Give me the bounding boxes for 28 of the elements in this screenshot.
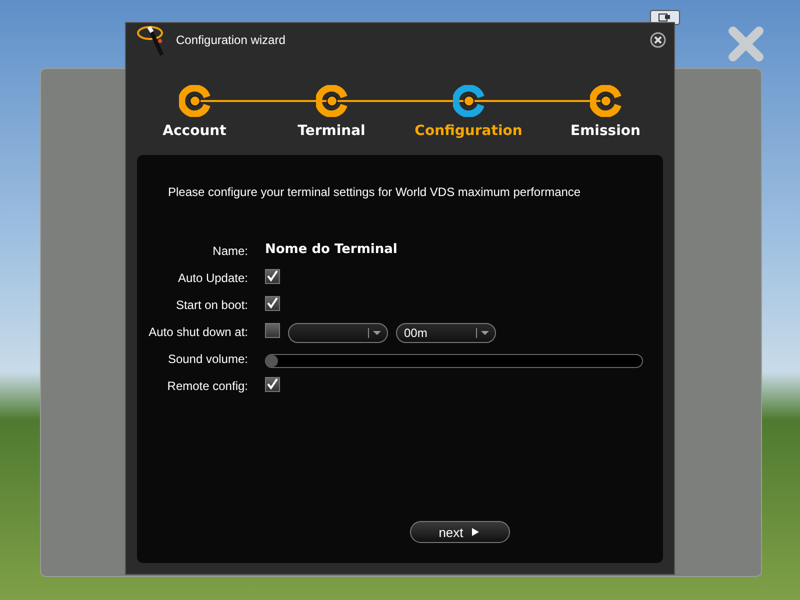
step-tab[interactable]: Terminal [298,123,366,139]
play-icon [469,526,482,538]
step-icon [590,85,622,117]
step-icon [316,85,348,117]
step-icon [178,85,210,117]
field-label: Auto shut down at: [148,324,248,341]
terminal-name: Nome do Terminal [265,242,398,258]
step-tab[interactable]: Emission [570,123,640,139]
field-label: Sound volume: [166,351,248,368]
checkbox[interactable] [265,323,280,338]
next-button[interactable]: next [410,521,510,543]
field-label: Remote config: [166,378,248,395]
intro-text: Please configure your terminal settings for World VDS maximum performance [168,185,582,199]
slider-thumb[interactable] [266,355,278,367]
step-tab[interactable]: Configuration [414,123,522,139]
window-title: Configuration wizard [176,33,286,47]
checkbox[interactable] [265,269,280,284]
step-tab[interactable]: Account [162,123,226,139]
minutes-dropdown[interactable]: 00m [396,323,496,343]
field-label: Name: [212,243,248,260]
checkbox[interactable] [265,377,280,392]
step-icon [452,85,484,117]
volume-slider[interactable] [265,354,643,368]
close-icon[interactable] [650,32,666,48]
hour-dropdown[interactable] [288,323,388,343]
checkbox[interactable] [265,296,280,311]
field-label: Auto Update: [176,270,248,287]
field-label: Start on boot: [174,297,248,314]
